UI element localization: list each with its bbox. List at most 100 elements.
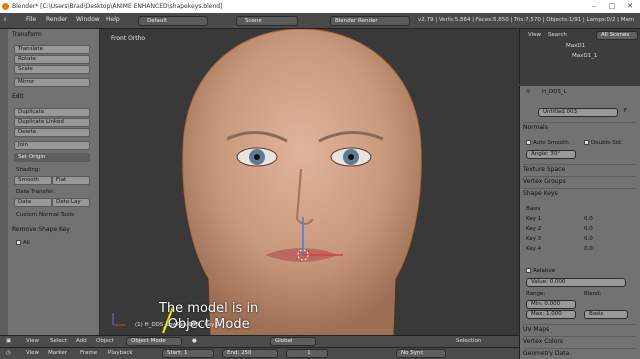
vertex-colors-panel[interactable]: Vertex Colors — [523, 336, 636, 346]
editor-type-icon[interactable]: ▣ — [6, 338, 11, 344]
min-label: Min: — [531, 301, 543, 307]
outliner[interactable]: View Search All Scenes MaxD1 MaxD1_1 — [519, 29, 640, 84]
mirror-button[interactable]: Mirror — [14, 78, 90, 87]
tool-tabs[interactable] — [0, 29, 8, 335]
start-frame-field[interactable]: Start: 1 — [162, 349, 214, 358]
menu-render[interactable]: Render — [46, 16, 67, 23]
join-button[interactable]: Join — [14, 141, 90, 150]
mesh-datablock-field[interactable]: Untitled.003 — [538, 108, 618, 117]
min-value: 0.000 — [544, 301, 561, 307]
max-value: 1.000 — [545, 311, 562, 317]
add-menu[interactable]: Add — [76, 338, 87, 344]
left-pupil — [254, 154, 260, 160]
shape-key-row[interactable]: Key 2 0.0 — [526, 226, 606, 234]
layout-selector[interactable]: Default — [138, 16, 208, 26]
select-menu[interactable]: Select — [50, 338, 67, 344]
shape-key-row[interactable]: Basis — [526, 206, 606, 214]
menu-file[interactable]: File — [26, 16, 36, 23]
sync-mode-select[interactable]: No Sync — [396, 349, 446, 358]
frame-menu[interactable]: Frame — [80, 350, 97, 356]
end-value: 250 — [241, 350, 252, 356]
range-label: Range: — [526, 291, 546, 297]
render-engine-select[interactable]: Blender Render — [330, 16, 410, 26]
annotation-line-1: The model is in — [159, 301, 259, 316]
view-menu[interactable]: View — [26, 338, 39, 344]
outliner-item-1[interactable]: MaxD1 — [566, 43, 585, 49]
duplicate-linked-button[interactable]: Duplicate Linked — [14, 118, 90, 127]
transform-panel-title[interactable]: Transform — [12, 31, 106, 40]
shape-key-row[interactable]: Key 3 0.0 — [526, 236, 606, 244]
shape-key-value: 0.0 — [584, 246, 593, 252]
timeline-view-menu[interactable]: View — [26, 350, 39, 356]
shape-value-field[interactable]: Value: 0.000 — [526, 278, 626, 287]
end-frame-field[interactable]: End: 250 — [222, 349, 278, 358]
basis-select[interactable]: Basis — [584, 310, 628, 319]
playback-menu[interactable]: Playback — [108, 350, 133, 356]
info-editor-icon[interactable]: ℹ — [4, 16, 6, 23]
auto-smooth-checkbox[interactable]: Auto Smooth — [526, 140, 569, 146]
blend-label: Blend: — [584, 291, 602, 297]
vertex-groups-panel[interactable]: Vertex Groups — [523, 176, 636, 186]
scene-selector[interactable]: Scene — [236, 16, 298, 26]
checkbox-icon[interactable] — [584, 140, 589, 145]
info-menubar: ℹ File Render Window Help Default Scene … — [0, 13, 640, 29]
close-icon[interactable]: ✕ — [621, 0, 639, 13]
double-sided-checkbox[interactable]: Double Sid. — [584, 140, 623, 146]
shape-key-value: 0.0 — [584, 226, 593, 232]
flat-button[interactable]: Flat — [52, 176, 90, 185]
normals-panel[interactable]: Normals — [523, 122, 636, 132]
outliner-item-2[interactable]: MaxD1_1 — [572, 53, 597, 59]
smooth-button[interactable]: Smooth — [14, 176, 52, 185]
relative-checkbox[interactable]: Relative — [526, 268, 555, 274]
checkbox-icon[interactable] — [16, 240, 21, 245]
angle-field[interactable]: Angle: 30° — [526, 150, 576, 159]
start-label: Start: — [167, 350, 183, 356]
checkbox-icon[interactable] — [526, 140, 531, 145]
uv-maps-panel[interactable]: UV Maps — [523, 324, 636, 334]
texture-space-panel[interactable]: Texture Space — [523, 164, 636, 174]
transform-orientation-select[interactable]: Global — [270, 337, 316, 346]
remove-shape-key-title[interactable]: Remove Shape Key — [12, 226, 106, 235]
object-menu[interactable]: Object — [96, 338, 114, 344]
outliner-search-menu[interactable]: Search — [548, 32, 567, 38]
maximize-icon[interactable]: □ — [603, 0, 621, 13]
checkbox-icon[interactable] — [526, 268, 531, 273]
viewport-shading-icon[interactable]: ● — [192, 338, 197, 344]
fake-user-button[interactable]: F — [624, 108, 627, 114]
shape-key-row[interactable]: Key 1 0.0 — [526, 216, 606, 224]
translate-button[interactable]: Translate — [14, 45, 90, 54]
all-checkbox[interactable]: All — [16, 240, 30, 246]
minimize-icon[interactable]: – — [585, 0, 603, 13]
outliner-view-menu[interactable]: View — [528, 32, 541, 38]
marker-menu[interactable]: Marker — [48, 350, 67, 356]
delete-button[interactable]: Delete — [14, 128, 90, 137]
range-max-field[interactable]: Max: 1.000 — [526, 310, 576, 319]
edit-panel-title[interactable]: Edit — [12, 93, 106, 102]
geometry-data-panel[interactable]: Geometry Data — [523, 348, 636, 358]
mode-select[interactable]: Object Mode — [126, 337, 182, 346]
outliner-display-select[interactable]: All Scenes — [596, 31, 638, 40]
selection-label[interactable]: Selection — [456, 338, 481, 344]
shape-keys-panel[interactable]: Shape Keys — [523, 188, 636, 198]
scene-stats: v2.79 | Verts:5,864 | Faces:5,850 | Tris… — [418, 17, 635, 23]
data-button[interactable]: Data — [14, 198, 52, 207]
rotate-button[interactable]: Rotate — [14, 55, 90, 64]
set-origin-dropdown[interactable]: Set Origin — [14, 153, 90, 162]
menu-window[interactable]: Window — [76, 16, 100, 23]
menu-help[interactable]: Help — [106, 16, 120, 23]
range-min-field[interactable]: Min: 0.000 — [526, 300, 576, 309]
properties-editor: ⚲ H_DDS_L Untitled.003 F Normals Auto Sm… — [519, 86, 640, 359]
shape-key-row[interactable]: Key 4 0.0 — [526, 246, 606, 254]
data-layout-button[interactable]: Data Lay — [52, 198, 90, 207]
timeline-editor-icon[interactable]: ◷ — [6, 350, 11, 356]
pin-icon[interactable]: ⚲ — [526, 89, 530, 95]
data-transfer-label: Data Transfer: — [16, 189, 55, 195]
custom-normal-tools[interactable]: Custom Normal Tools — [16, 212, 74, 218]
current-frame-field[interactable]: 1 — [286, 349, 328, 358]
duplicate-button[interactable]: Duplicate — [14, 108, 90, 117]
annotation-text: The model is in Object Mode — [159, 301, 258, 333]
3d-viewport[interactable]: Front Ortho The model is in Object Mode … — [101, 29, 518, 335]
shape-key-name: Key 2 — [526, 226, 542, 232]
active-object-label: (1) H_DDS_LowRes.003 : Key 0 — [135, 322, 220, 328]
scale-button[interactable]: Scale — [14, 65, 90, 74]
